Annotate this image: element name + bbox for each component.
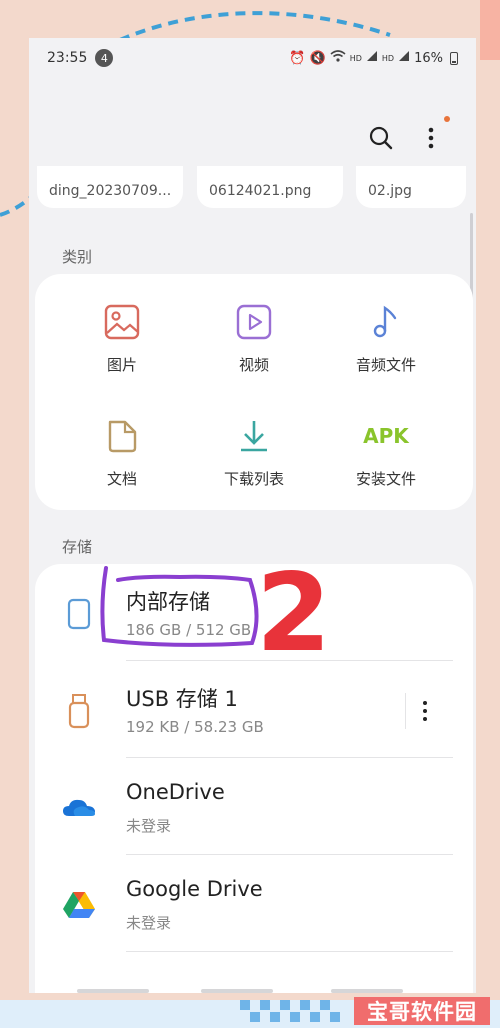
storage-usb[interactable]: USB 存储 1 192 KB / 58.23 GB [35, 661, 473, 758]
status-time: 23:55 [47, 50, 88, 66]
phone-icon [67, 598, 91, 630]
more-vert-icon [422, 701, 427, 721]
recent-file-name: ding_20230709... [49, 183, 172, 199]
recent-file-card[interactable]: ding_20230709... [37, 166, 183, 208]
category-label: 安装文件 [355, 470, 416, 488]
category-videos[interactable]: 视频 [194, 300, 314, 375]
battery-icon [450, 51, 458, 65]
mute-icon: 🔇 [309, 50, 326, 66]
categories-card: 图片 视频 音频文件 文档 下载列表 APK 安装文件 [35, 274, 473, 510]
storage-title: USB 存储 1 [126, 687, 238, 711]
more-options-button[interactable] [415, 122, 447, 154]
usb-icon [68, 694, 90, 729]
watermark-logo: 宝哥软件园 [354, 997, 490, 1025]
google-drive-icon [63, 892, 95, 918]
category-apk[interactable]: APK 安装文件 [326, 414, 446, 489]
battery-percent: 16% [414, 50, 443, 66]
category-audio[interactable]: 音频文件 [326, 300, 446, 375]
image-icon [104, 304, 140, 340]
usb-more-button[interactable] [405, 693, 435, 729]
document-icon [108, 420, 137, 453]
category-label: 音频文件 [355, 356, 416, 374]
recent-file-name: 02.jpg [368, 183, 412, 199]
status-icons: ⏰ 🔇 HD HD 16% [289, 50, 458, 66]
annotation-number: 2 [256, 551, 332, 676]
nav-hint [201, 989, 273, 993]
music-icon [373, 305, 397, 338]
phone-screen: 23:55 4 ⏰ 🔇 HD HD 16% ding_20230709... 0… [29, 38, 476, 993]
storage-heading: 存储 [62, 538, 93, 556]
notification-count-badge: 4 [95, 49, 114, 67]
storage-title: 内部存储 [126, 590, 210, 614]
divider [126, 951, 453, 952]
categories-heading: 类别 [62, 248, 93, 266]
hd-label-1: HD [349, 53, 362, 63]
recent-file-card[interactable]: 02.jpg [356, 166, 466, 208]
nav-hint [331, 989, 403, 993]
category-label: 视频 [238, 356, 269, 374]
alarm-icon: ⏰ [289, 50, 306, 66]
download-icon [241, 421, 267, 452]
video-icon [236, 304, 272, 340]
category-label: 文档 [106, 470, 137, 488]
storage-title: OneDrive [126, 780, 225, 804]
storage-onedrive[interactable]: OneDrive 未登录 [35, 758, 473, 855]
hd-label-2: HD [381, 53, 395, 63]
storage-internal[interactable]: 内部存储 186 GB / 512 GB [35, 564, 473, 661]
recent-files-row: ding_20230709... 06124021.png 02.jpg [29, 166, 476, 208]
storage-usage: 192 KB / 58.23 GB [126, 718, 264, 736]
status-bar: 23:55 4 ⏰ 🔇 HD HD 16% [29, 38, 476, 78]
recent-file-card[interactable]: 06124021.png [197, 166, 343, 208]
storage-usage: 186 GB / 512 GB [126, 621, 252, 639]
category-downloads[interactable]: 下载列表 [194, 414, 314, 489]
storage-google-drive[interactable]: Google Drive 未登录 [35, 855, 473, 952]
toolbar [29, 118, 476, 158]
category-documents[interactable]: 文档 [62, 414, 182, 489]
nav-hint [77, 989, 149, 993]
storage-status: 未登录 [126, 817, 172, 835]
more-vert-icon [428, 127, 434, 149]
category-label: 图片 [106, 356, 137, 374]
storage-card: 内部存储 186 GB / 512 GB USB 存储 1 192 KB / 5… [35, 564, 473, 993]
signal-icon-1 [366, 50, 378, 66]
category-images[interactable]: 图片 [62, 300, 182, 375]
search-button[interactable] [365, 122, 397, 154]
onedrive-icon [63, 799, 95, 816]
apk-icon: APK [363, 424, 409, 448]
search-icon [369, 126, 393, 150]
recent-file-name: 06124021.png [209, 183, 312, 199]
signal-icon-2 [398, 50, 410, 66]
storage-status: 未登录 [126, 914, 172, 932]
wifi-icon [330, 50, 346, 66]
storage-title: Google Drive [126, 877, 263, 901]
notification-dot [444, 116, 450, 122]
category-label: 下载列表 [223, 470, 284, 488]
